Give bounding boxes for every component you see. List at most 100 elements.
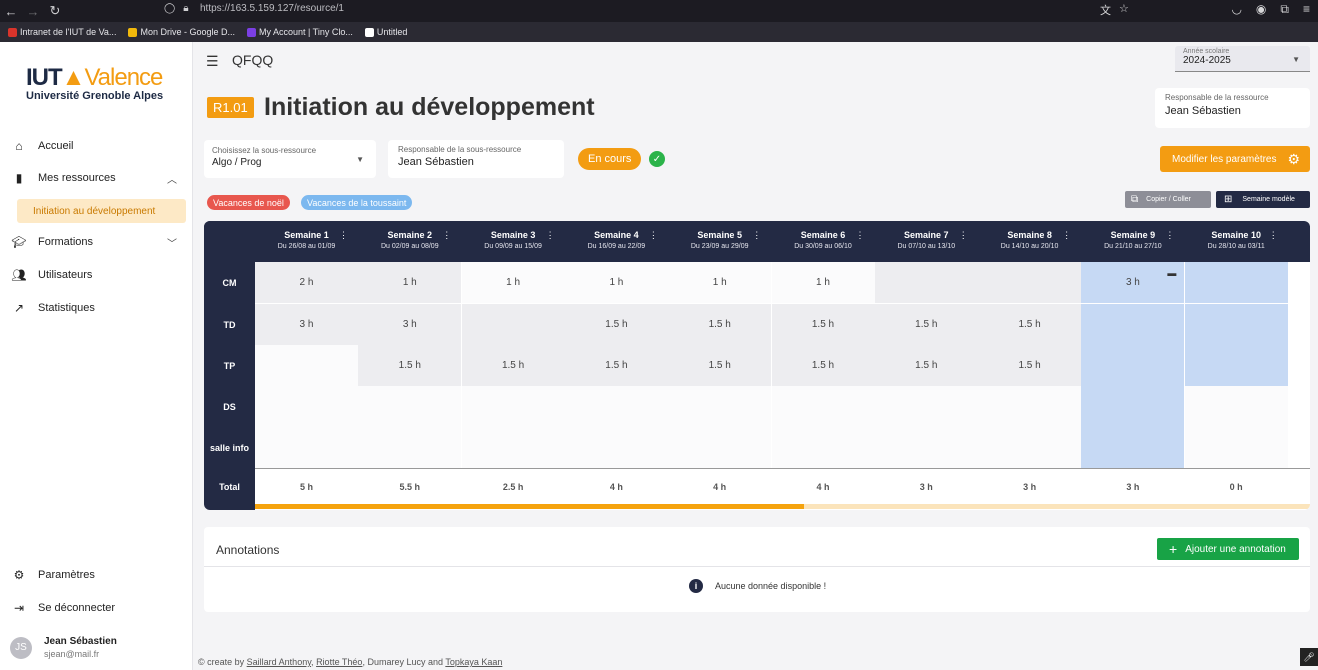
edit-settings-button[interactable]: Modifier les paramètres ⚙ <box>1160 146 1310 172</box>
hours-cell[interactable]: 1 h <box>668 262 772 303</box>
more-vert-icon[interactable]: ⋮ <box>1062 230 1071 241</box>
footer-author[interactable]: Riotte Théo <box>316 657 362 667</box>
week-header-cell[interactable]: Semaine 8 Du 14/10 au 20/10 ⋮ <box>978 221 1081 262</box>
hours-cell[interactable] <box>1081 304 1185 345</box>
hours-cell[interactable] <box>358 386 462 427</box>
sidebar-item-accueil[interactable]: ⌂ Accueil <box>0 134 193 158</box>
hours-cell[interactable]: 3 h <box>255 304 358 345</box>
bookmark-item[interactable]: Mon Drive - Google D... <box>128 27 235 37</box>
week-header-cell[interactable]: Semaine 10 Du 28/10 au 03/11 ⋮ <box>1185 221 1288 262</box>
copy-paste-button[interactable]: ⧉ Copier / Coller <box>1125 191 1211 208</box>
hours-cell[interactable]: 1.5 h <box>978 304 1082 345</box>
hours-cell[interactable] <box>771 386 875 427</box>
hours-cell[interactable]: 1.5 h <box>358 345 462 386</box>
model-week-button[interactable]: ⊞ Semaine modèle <box>1216 191 1310 208</box>
week-header-cell[interactable]: Semaine 4 Du 16/09 au 22/09 ⋮ <box>565 221 668 262</box>
comment-icon[interactable]: ▬ <box>1167 268 1176 278</box>
hours-cell[interactable] <box>1184 345 1288 386</box>
hours-cell[interactable] <box>564 386 668 427</box>
hours-cell[interactable] <box>1184 427 1288 468</box>
hours-cell[interactable] <box>1184 386 1288 427</box>
week-header-cell[interactable]: Semaine 9 Du 21/10 au 27/10 ⋮ <box>1081 221 1184 262</box>
hours-cell[interactable] <box>1081 345 1185 386</box>
back-icon[interactable]: ← <box>0 4 22 19</box>
hours-cell[interactable]: 1 h <box>461 262 565 303</box>
logo[interactable]: IUT▲Valence Université Grenoble Alpes <box>26 64 176 102</box>
hours-cell[interactable] <box>1081 427 1185 468</box>
hours-cell[interactable] <box>255 386 358 427</box>
more-vert-icon[interactable]: ⋮ <box>546 230 555 241</box>
hours-cell[interactable] <box>668 386 772 427</box>
star-icon[interactable]: ☆ <box>1119 2 1129 18</box>
hours-cell[interactable]: 1 h <box>771 262 875 303</box>
hours-cell[interactable]: 1 h <box>564 262 668 303</box>
hours-cell[interactable] <box>1081 386 1185 427</box>
hours-cell[interactable]: 1.5 h <box>461 345 565 386</box>
hours-cell[interactable]: 1.5 h <box>564 345 668 386</box>
sidebar-item-logout[interactable]: ⇥ Se déconnecter <box>0 596 193 620</box>
hours-cell[interactable] <box>978 427 1082 468</box>
hours-cell[interactable] <box>255 427 358 468</box>
sidebar-item-utilisateurs[interactable]: 👥︎ Utilisateurs <box>0 263 193 287</box>
menu-icon[interactable]: ≡ <box>1303 2 1310 17</box>
hours-cell[interactable] <box>978 386 1082 427</box>
add-annotation-button[interactable]: + Ajouter une annotation <box>1157 538 1299 560</box>
sidebar-item-formations[interactable]: 🎓︎ Formations ﹀ <box>0 230 193 254</box>
hours-cell[interactable]: 2 h <box>255 262 358 303</box>
footer-author[interactable]: Saillard Anthony <box>247 657 311 667</box>
holiday-tag-toussaint[interactable]: Vacances de la toussaint <box>301 195 413 210</box>
hours-cell[interactable]: 1 h <box>358 262 462 303</box>
hours-cell[interactable]: 1.5 h <box>668 345 772 386</box>
pocket-icon[interactable]: ◡ <box>1231 2 1241 17</box>
sidebar-subitem-initiation[interactable]: Initiation au développement <box>17 199 186 223</box>
hours-cell[interactable]: 1.5 h <box>564 304 668 345</box>
forward-icon[interactable]: → <box>22 4 44 19</box>
microphone-icon[interactable]: 🎤︎ <box>1300 648 1318 666</box>
more-vert-icon[interactable]: ⋮ <box>339 230 348 241</box>
hours-cell[interactable] <box>874 386 978 427</box>
reload-icon[interactable]: ↻ <box>44 3 66 19</box>
sidebar-item-mes-ressources[interactable]: ▮ Mes ressources ︿ <box>0 166 193 190</box>
week-header-cell[interactable]: Semaine 7 Du 07/10 au 13/10 ⋮ <box>875 221 978 262</box>
hours-cell[interactable] <box>358 427 462 468</box>
sidebar-item-parametres[interactable]: ⚙ Paramètres <box>0 563 193 587</box>
extensions-icon[interactable]: ⧉ <box>1280 2 1289 17</box>
chevron-down-icon[interactable]: ﹀ <box>167 235 177 250</box>
more-vert-icon[interactable]: ⋮ <box>959 230 968 241</box>
status-badge[interactable]: En cours <box>578 148 642 170</box>
week-header-cell[interactable]: Semaine 5 Du 23/09 au 29/09 ⋮ <box>668 221 771 262</box>
more-vert-icon[interactable]: ⋮ <box>649 230 658 241</box>
week-header-cell[interactable]: Semaine 3 Du 09/09 au 15/09 ⋮ <box>462 221 565 262</box>
hours-cell[interactable]: 1.5 h <box>874 304 978 345</box>
hours-cell[interactable]: 1.5 h <box>874 345 978 386</box>
bookmark-item[interactable]: Intranet de l'IUT de Va... <box>8 27 116 37</box>
hours-cell[interactable]: 1.5 h <box>668 304 772 345</box>
hours-cell[interactable] <box>461 304 565 345</box>
hours-cell[interactable]: 3 h <box>358 304 462 345</box>
more-vert-icon[interactable]: ⋮ <box>856 230 865 241</box>
hours-cell[interactable] <box>1184 304 1288 345</box>
week-header-cell[interactable]: Semaine 1 Du 26/08 au 01/09 ⋮ <box>255 221 358 262</box>
holiday-tag-christmas[interactable]: Vacances de noël <box>207 195 290 210</box>
bookmark-item[interactable]: Untitled <box>364 27 407 37</box>
hamburger-icon[interactable]: ☰ <box>206 53 219 70</box>
translate-icon[interactable]: 文 <box>1100 2 1111 18</box>
hours-cell[interactable] <box>564 427 668 468</box>
hours-cell[interactable] <box>1184 262 1288 303</box>
week-header-cell[interactable]: Semaine 2 Du 02/09 au 08/09 ⋮ <box>358 221 461 262</box>
hours-cell[interactable] <box>461 386 565 427</box>
user-block[interactable]: JS Jean Sébastien sjean@mail.fr <box>10 636 117 659</box>
hours-cell[interactable]: 1.5 h <box>978 345 1082 386</box>
hours-cell[interactable] <box>255 345 358 386</box>
bookmark-item[interactable]: My Account | Tiny Clo... <box>246 27 353 37</box>
chevron-up-icon[interactable]: ︿ <box>167 171 177 186</box>
hours-cell[interactable] <box>461 427 565 468</box>
subresource-select[interactable]: Choisissez la sous-ressource Algo / Prog… <box>204 140 376 178</box>
sidebar-item-statistiques[interactable]: ↗ Statistiques <box>0 296 193 320</box>
week-header-cell[interactable]: Semaine 6 Du 30/09 au 06/10 ⋮ <box>772 221 875 262</box>
hours-cell[interactable] <box>874 427 978 468</box>
hours-cell[interactable]: 1.5 h <box>771 304 875 345</box>
more-vert-icon[interactable]: ⋮ <box>752 230 761 241</box>
account-icon[interactable]: ◉ <box>1256 2 1266 17</box>
hours-cell[interactable] <box>978 262 1082 303</box>
